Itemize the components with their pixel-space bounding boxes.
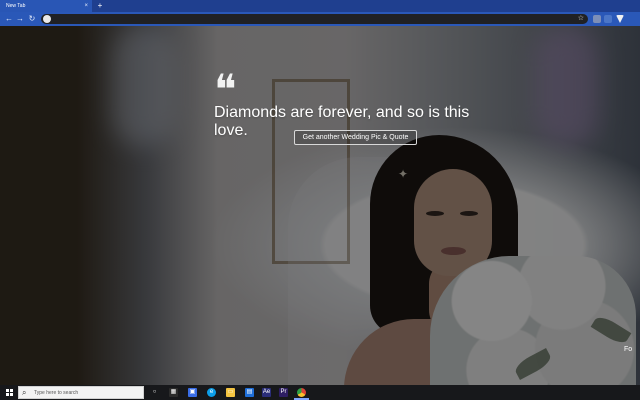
back-icon[interactable]: ← — [4, 12, 14, 26]
browser-window: New Tab × + ← → ↻ ☆ ✦ ❝ Diamonds are for… — [0, 0, 640, 400]
search-icon: ⌕ — [22, 388, 27, 397]
new-tab-tab[interactable]: New Tab × — [0, 0, 92, 12]
address-input[interactable] — [53, 14, 573, 24]
corner-label: Fo — [624, 346, 633, 353]
get-another-quote-button[interactable]: Get another Wedding Pic & Quote — [294, 130, 417, 145]
new-tab-button[interactable]: + — [95, 0, 105, 12]
after-effects-icon[interactable]: Ae — [262, 388, 271, 397]
tab-strip: New Tab × + — [0, 0, 640, 12]
chrome-icon[interactable] — [297, 388, 306, 397]
windows-start-icon[interactable] — [6, 389, 14, 397]
task-view-icon[interactable]: ▦ — [169, 388, 178, 397]
quote-icon: ❝ — [214, 65, 237, 114]
quote-panel: ❝ Diamonds are forever, and so is this l… — [214, 65, 504, 156]
edge-icon[interactable]: e — [207, 388, 216, 397]
cortana-icon[interactable]: ○ — [150, 388, 159, 397]
close-icon[interactable]: × — [84, 0, 88, 12]
forward-icon[interactable]: → — [15, 12, 25, 26]
windows-taskbar: ⌕ Type here to search ○ ▦ ▣ e ▭ ▤ Ae Pr — [0, 385, 640, 400]
site-info-icon[interactable] — [43, 15, 51, 23]
browser-toolbar: ← → ↻ ☆ — [0, 12, 640, 26]
widgets-icon[interactable]: ▣ — [188, 388, 197, 397]
file-explorer-icon[interactable]: ▭ — [226, 388, 235, 397]
bookmark-star-icon[interactable]: ☆ — [578, 14, 584, 24]
reload-icon[interactable]: ↻ — [27, 12, 37, 26]
tab-label: New Tab — [6, 3, 26, 9]
store-icon[interactable]: ▤ — [245, 388, 254, 397]
taskbar-search-box[interactable]: ⌕ Type here to search — [18, 386, 144, 399]
cast-icon[interactable] — [604, 15, 612, 23]
address-bar[interactable]: ☆ — [41, 14, 588, 24]
premiere-icon[interactable]: Pr — [279, 388, 288, 397]
profile-icon[interactable] — [616, 15, 624, 23]
extension-icon[interactable] — [593, 15, 601, 23]
taskbar-search-placeholder: Type here to search — [34, 390, 79, 396]
